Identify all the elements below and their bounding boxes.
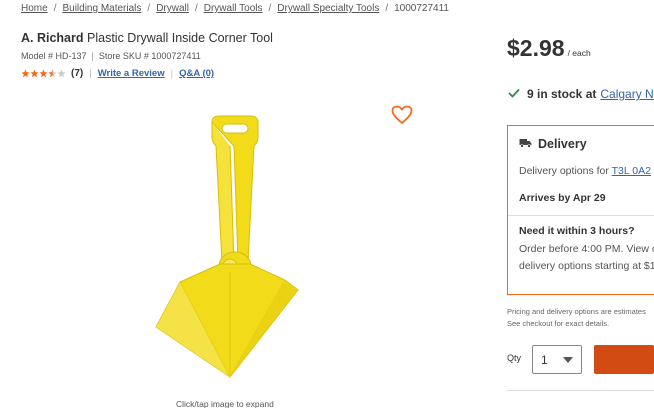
breadcrumb-separator: / <box>53 3 57 14</box>
express-line-2: delivery options starting at $1 <box>519 260 654 272</box>
breadcrumb: Home / Building Materials / Drywall / Drywall … <box>21 3 449 14</box>
disclaimer-line-2: See checkout for exact details. <box>507 319 610 328</box>
image-caption: Click/tap image to expand <box>176 399 274 408</box>
heart-icon[interactable] <box>391 105 413 130</box>
breadcrumb-building-materials[interactable]: Building Materials <box>62 3 141 14</box>
stock-status: 9 in stock at Calgary No <box>508 87 654 101</box>
delivery-heading: Delivery <box>519 137 587 151</box>
product-brand[interactable]: A. Richard <box>21 31 84 45</box>
arrival-date: Arrives by Apr 29 <box>519 192 606 204</box>
star-icon <box>39 69 48 78</box>
star-icon <box>30 69 39 78</box>
corner-tool-image <box>155 115 299 378</box>
star-rating[interactable] <box>21 69 66 78</box>
postal-code-link[interactable]: T3L 0A2 <box>612 165 651 177</box>
chevron-down-icon <box>563 356 573 363</box>
delivery-title: Delivery <box>538 137 587 151</box>
stock-count: 9 in stock at <box>527 87 597 101</box>
product-title: A. Richard Plastic Drywall Inside Corner… <box>21 31 273 45</box>
write-review-link[interactable]: Write a Review <box>98 68 165 79</box>
breadcrumb-drywall-tools[interactable]: Drywall Tools <box>204 3 263 14</box>
breadcrumb-separator: / <box>194 3 198 14</box>
disclaimer-line-1: Pricing and delivery options are estimat… <box>507 307 646 316</box>
price-unit: / each <box>567 48 591 58</box>
breadcrumb-drywall[interactable]: Drywall <box>156 3 189 14</box>
store-sku: Store SKU # 1000727411 <box>98 51 201 61</box>
pricing-disclaimer: Pricing and delivery options are estimat… <box>507 306 646 330</box>
product-name: Plastic Drywall Inside Corner Tool <box>87 31 273 45</box>
truck-icon <box>519 137 532 151</box>
review-count[interactable]: (7) <box>71 68 83 79</box>
breadcrumb-separator: / <box>268 3 272 14</box>
star-icon <box>48 69 57 78</box>
add-to-cart-button[interactable] <box>594 345 654 374</box>
star-icon <box>21 69 30 78</box>
rating-row: (7) | Write a Review | Q&A (0) <box>21 68 214 79</box>
quantity-value: 1 <box>541 352 548 367</box>
express-heading: Need it within 3 hours? <box>519 225 635 237</box>
divider <box>507 390 654 391</box>
model-number: Model # HD-137 <box>21 51 87 61</box>
quantity-label: Qty <box>507 353 522 363</box>
delivery-options-text: Delivery options for <box>519 165 609 177</box>
check-icon <box>508 87 520 101</box>
price: $2.98 / each <box>507 35 591 62</box>
price-amount: $2.98 <box>507 35 565 61</box>
express-line-1: Order before 4:00 PM. View c <box>519 243 654 255</box>
delivery-card[interactable]: Delivery Delivery options for T3L 0A2 Ar… <box>507 125 654 295</box>
breadcrumb-separator: / <box>385 3 389 14</box>
breadcrumb-separator: / <box>147 3 151 14</box>
product-image[interactable] <box>150 112 310 387</box>
quantity-select[interactable]: 1 <box>532 345 582 374</box>
product-meta: Model # HD-137 | Store SKU # 1000727411 <box>21 51 201 61</box>
qa-link[interactable]: Q&A (0) <box>179 68 214 79</box>
store-link[interactable]: Calgary No <box>600 87 654 101</box>
breadcrumb-drywall-specialty-tools[interactable]: Drywall Specialty Tools <box>277 3 379 14</box>
express-details: Order before 4:00 PM. View c delivery op… <box>519 241 654 275</box>
divider <box>508 215 654 216</box>
breadcrumb-current: 1000727411 <box>394 3 449 14</box>
star-icon <box>57 69 66 78</box>
breadcrumb-home[interactable]: Home <box>21 3 48 14</box>
delivery-options: Delivery options for T3L 0A2 <box>519 165 651 177</box>
